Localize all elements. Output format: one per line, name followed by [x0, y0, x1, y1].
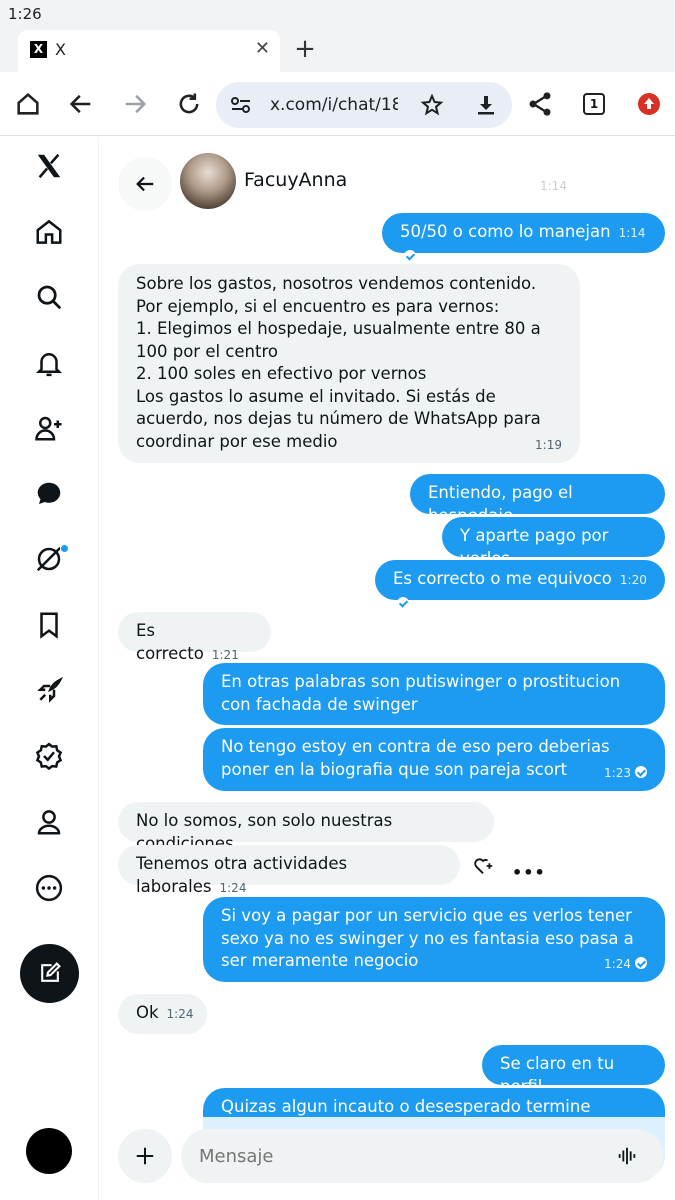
message-text: En otras palabras son putiswinger o pros…	[221, 672, 621, 714]
bookmark-star-icon[interactable]	[420, 93, 444, 117]
home-button-icon[interactable]	[14, 90, 42, 118]
message-bubble[interactable]: Tenemos otra actividades laborales 1:24	[118, 845, 460, 896]
plus-icon	[136, 1147, 154, 1165]
status-time: 1:26	[8, 5, 42, 23]
message-more-icon[interactable]: •••	[512, 863, 546, 882]
message-bubble[interactable]: En otras palabras son putiswinger o pros…	[203, 663, 665, 725]
message-text: Quizas algun incauto o desesperado termi…	[221, 1097, 591, 1116]
message-input[interactable]	[181, 1129, 663, 1183]
sidebar-nav	[0, 137, 99, 1200]
back-button[interactable]	[118, 157, 172, 211]
message-text: Sobre los gastos, nosotros vendemos cont…	[136, 274, 541, 451]
back-arrow-icon	[136, 176, 154, 192]
voice-message-icon[interactable]	[616, 1145, 638, 1167]
message-time: 1:19	[535, 437, 562, 452]
message-text: 50/50 o como lo manejan	[400, 222, 611, 241]
profile-icon[interactable]	[34, 807, 64, 837]
notifications-icon[interactable]	[34, 348, 64, 378]
message-time: 1:21	[211, 647, 239, 662]
search-icon[interactable]	[34, 282, 64, 312]
rocket-icon[interactable]	[34, 676, 64, 706]
message-bubble[interactable]: Si voy a pagar por un servicio que es ve…	[203, 897, 665, 982]
add-reaction-icon[interactable]	[472, 855, 494, 877]
read-check-icon	[404, 249, 416, 262]
url-text[interactable]: x.com/i/chat/18	[270, 95, 398, 115]
notification-dot	[60, 544, 69, 553]
tab-title: X	[55, 40, 66, 59]
x-logo-icon[interactable]	[34, 151, 64, 181]
back-nav-icon[interactable]	[67, 90, 95, 118]
read-check-icon	[635, 956, 647, 969]
share-icon[interactable]	[526, 90, 554, 118]
account-avatar[interactable]	[26, 1128, 72, 1174]
compose-button[interactable]	[20, 944, 79, 1003]
browser-toolbar: x.com/i/chat/18 1	[0, 72, 675, 136]
read-check-icon	[397, 596, 409, 609]
message-time: 1:24	[219, 880, 247, 895]
message-meta: 1:23	[596, 761, 647, 785]
read-check-icon	[635, 765, 647, 778]
follow-icon[interactable]	[34, 413, 64, 443]
message-bubble[interactable]: Ok 1:24	[118, 994, 207, 1034]
message-bubble[interactable]: 50/50 o como lo manejan 1:14	[382, 213, 665, 262]
tab-strip: X X ✕ +	[0, 28, 675, 72]
message-bubble[interactable]: Es correcto o me equivoco 1:20	[375, 560, 665, 609]
message-text: No tengo estoy en contra de eso pero deb…	[221, 737, 610, 779]
message-bubble[interactable]: Y aparte pago por verlos	[442, 517, 665, 568]
browser-tab[interactable]: X X ✕	[18, 30, 280, 72]
message-text: Si voy a pagar por un servicio que es ve…	[221, 906, 634, 970]
message-bubble[interactable]: No tengo estoy en contra de eso pero deb…	[203, 728, 665, 791]
message-bubble[interactable]: Sobre los gastos, nosotros vendemos cont…	[118, 264, 580, 463]
peer-avatar[interactable]	[180, 153, 236, 209]
message-time: 1:14	[618, 226, 646, 240]
message-time: 1:20	[619, 573, 647, 587]
message-bubble[interactable]: Entiendo, pago el hospedaje	[410, 474, 665, 525]
message-text: Es correcto o me equivoco	[393, 569, 612, 588]
chat-header: FacuyAnna	[118, 153, 578, 211]
site-settings-icon[interactable]	[230, 95, 252, 115]
update-icon[interactable]	[638, 93, 660, 115]
peer-name[interactable]: FacuyAnna	[244, 169, 347, 191]
message-time: 1:24	[166, 1007, 194, 1021]
messages-icon[interactable]	[34, 479, 64, 509]
new-tab-icon[interactable]: +	[294, 34, 316, 64]
message-text: Es correcto	[136, 621, 204, 663]
message-bubble[interactable]: Se claro en tu perfil	[482, 1045, 665, 1096]
close-tab-icon[interactable]: ✕	[255, 38, 270, 59]
status-bar: 1:26	[0, 0, 675, 28]
tab-switcher-button[interactable]: 1	[583, 93, 605, 115]
home-icon[interactable]	[34, 217, 64, 247]
message-text: Ok	[136, 1003, 159, 1022]
address-bar[interactable]: x.com/i/chat/18	[216, 82, 512, 128]
more-options-icon[interactable]	[34, 873, 64, 903]
x-favicon-icon: X	[30, 41, 47, 58]
add-attachment-button[interactable]	[118, 1129, 172, 1183]
message-bubble[interactable]: Es correcto 1:21	[118, 612, 271, 663]
bookmark-icon[interactable]	[34, 610, 64, 640]
forward-nav-icon[interactable]	[121, 90, 149, 118]
verified-icon[interactable]	[34, 741, 64, 771]
reload-icon[interactable]	[175, 90, 203, 118]
message-meta: 1:24	[596, 952, 647, 976]
download-icon[interactable]	[474, 93, 498, 117]
message-bubble[interactable]: No lo somos, son solo nuestras condicion…	[118, 802, 494, 853]
message-composer	[100, 1117, 675, 1200]
chat-panel: 1:14 FacuyAnna 50/50 o como lo manejan 1:…	[100, 137, 675, 1200]
